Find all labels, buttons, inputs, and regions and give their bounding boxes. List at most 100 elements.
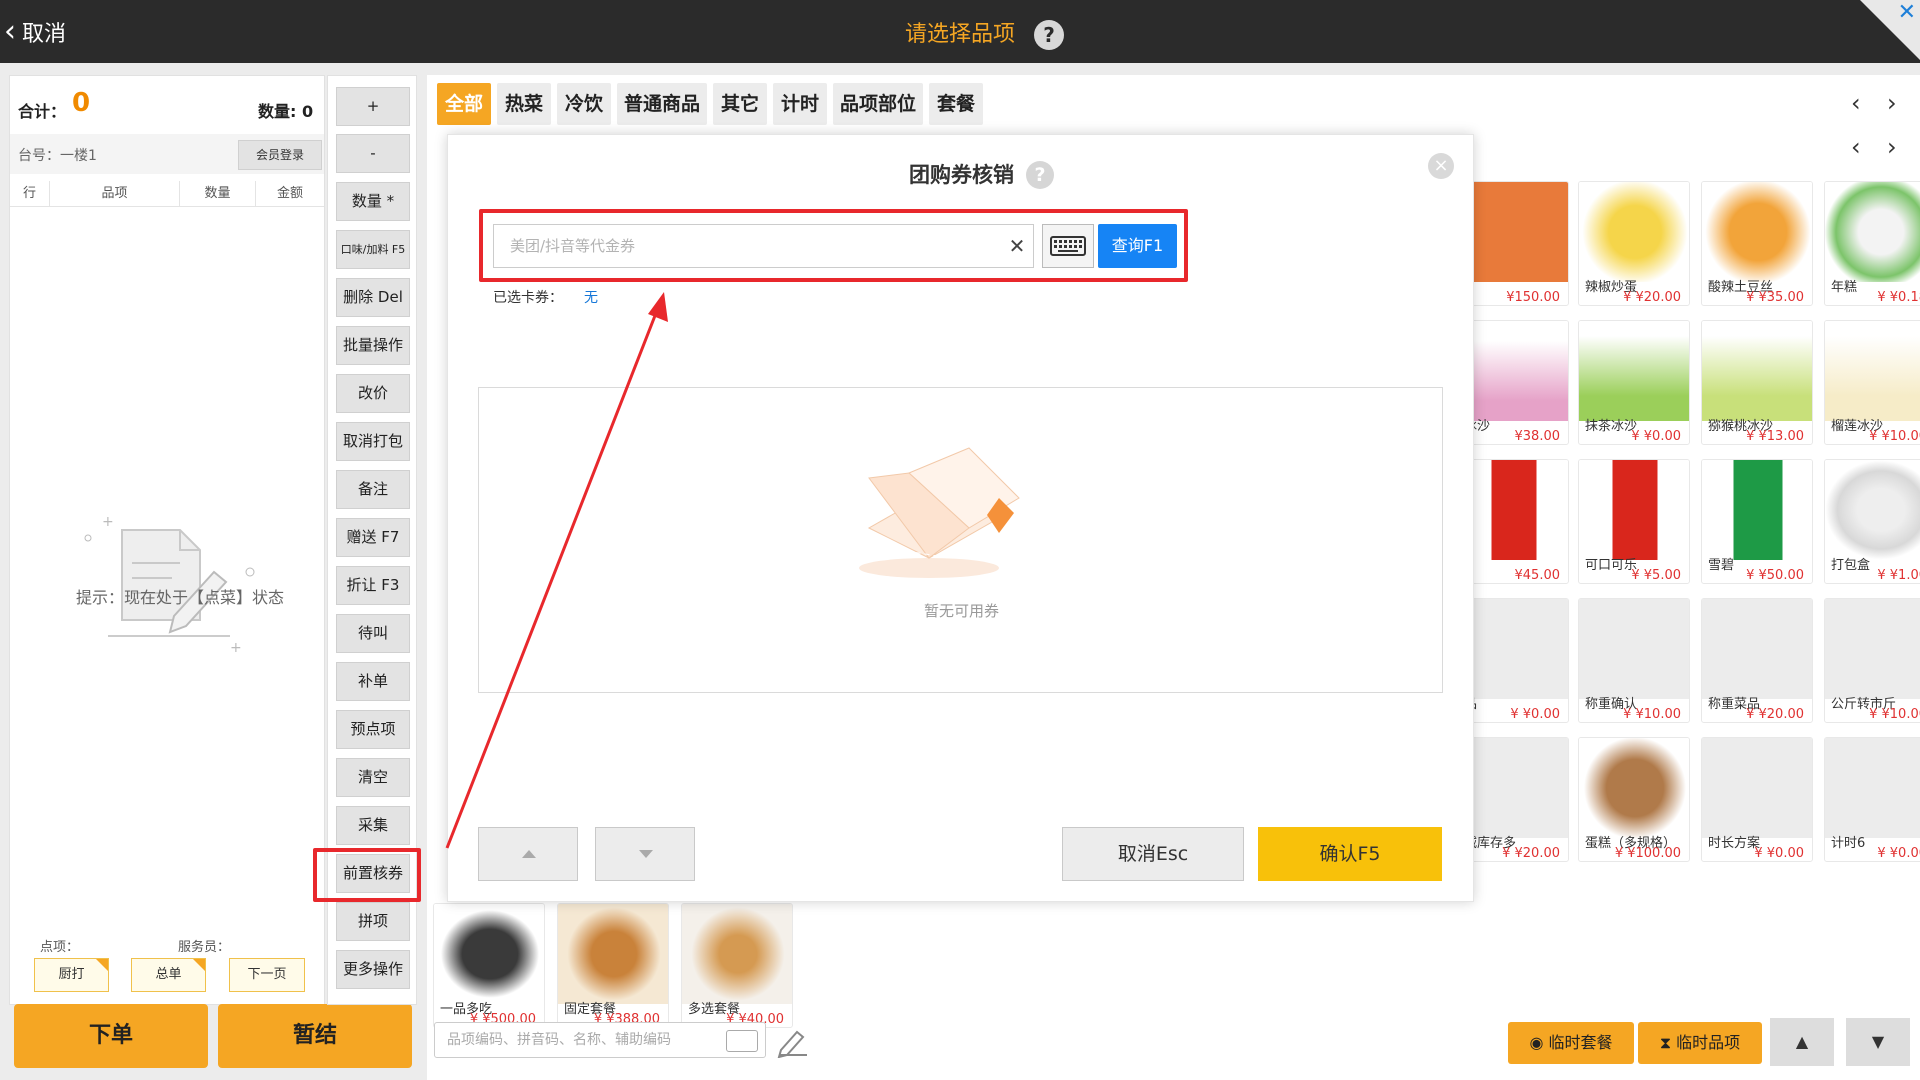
empty-box-icon bbox=[859, 447, 1020, 578]
product-image bbox=[1702, 321, 1812, 421]
discount-button[interactable]: 折让 F3 bbox=[336, 566, 410, 605]
product-card[interactable]: 公斤转市斤¥ ¥10.00 bbox=[1824, 598, 1920, 723]
increase-button[interactable]: + bbox=[336, 87, 410, 126]
product-card[interactable]: 固定套餐 ¥ ¥388.00 bbox=[557, 903, 669, 1028]
page-up-button[interactable]: ▲ bbox=[1770, 1018, 1834, 1066]
next-page-button[interactable]: 下一页 bbox=[229, 958, 305, 992]
page-down-button[interactable]: ▼ bbox=[1846, 1018, 1910, 1066]
product-name: 计时6 bbox=[1831, 836, 1866, 851]
back-button[interactable]: ‹ 取消 bbox=[0, 0, 110, 63]
total-order-toggle[interactable]: 总单 bbox=[131, 958, 206, 992]
product-card[interactable]: 猕猴桃冰沙 ¥ ¥13.00 bbox=[1701, 320, 1813, 445]
collect-button[interactable]: 采集 bbox=[336, 806, 410, 845]
cancel-pack-button[interactable]: 取消打包 bbox=[336, 422, 410, 461]
page-title: 请选择品项 bbox=[904, 22, 1015, 47]
page-up-button[interactable] bbox=[478, 827, 578, 881]
tab-cold-drink[interactable]: 冷饮 bbox=[557, 83, 611, 125]
product-card[interactable]: 酸辣土豆丝 ¥ ¥35.00 bbox=[1701, 181, 1813, 306]
table-number: 台号：一楼1 bbox=[18, 148, 97, 164]
chevron-left-icon[interactable]: ‹ bbox=[1851, 133, 1861, 161]
temp-set-label: 临时套餐 bbox=[1548, 1033, 1613, 1052]
tab-timing[interactable]: 计时 bbox=[773, 83, 827, 125]
product-card[interactable]: 蛋糕（多规格） ¥ ¥100.00 bbox=[1578, 737, 1690, 862]
product-name: 抹茶冰沙 bbox=[1585, 419, 1638, 434]
close-icon[interactable]: × bbox=[1428, 153, 1454, 179]
flavor-button[interactable]: 口味/加料 F5 bbox=[336, 230, 410, 269]
product-image bbox=[434, 904, 544, 1004]
change-price-button[interactable]: 改价 bbox=[336, 374, 410, 413]
product-image bbox=[1579, 460, 1689, 560]
help-icon[interactable]: ? bbox=[1026, 161, 1054, 189]
member-login-button[interactable]: 会员登录 bbox=[238, 140, 322, 170]
keyboard-icon bbox=[1050, 236, 1086, 256]
pre-order-button[interactable]: 预点项 bbox=[336, 710, 410, 749]
product-card[interactable]: 称重确认 ¥ ¥10.00 bbox=[1578, 598, 1690, 723]
temp-item-label: 临时品项 bbox=[1676, 1033, 1741, 1052]
batch-button[interactable]: 批量操作 bbox=[336, 326, 410, 365]
chevron-right-icon[interactable]: › bbox=[1887, 133, 1897, 161]
coupon-verify-dialog: 团购券核销 ? × ✕ 查询F1 已选卡券： 无 暂无可用券 取消Esc 确认F… bbox=[447, 134, 1474, 902]
confirm-button[interactable]: 确认F5 bbox=[1258, 827, 1442, 881]
window-close-button[interactable]: ✕ bbox=[1860, 0, 1920, 60]
product-card[interactable]: 一品多吃 ¥ ¥500.00 bbox=[433, 903, 545, 1028]
tab-all[interactable]: 全部 bbox=[437, 83, 491, 125]
keyboard-icon[interactable] bbox=[726, 1030, 758, 1052]
delete-button[interactable]: 删除 Del bbox=[336, 278, 410, 317]
combine-button[interactable]: 拼项 bbox=[336, 902, 410, 941]
product-image bbox=[1702, 460, 1812, 560]
product-image bbox=[1579, 738, 1689, 838]
product-card[interactable]: 称重菜品 ¥ ¥20.00 bbox=[1701, 598, 1813, 723]
product-name: 可口可乐 bbox=[1585, 558, 1638, 573]
wait-call-button[interactable]: 待叫 bbox=[336, 614, 410, 653]
tab-other[interactable]: 其它 bbox=[713, 83, 767, 125]
keyboard-button[interactable] bbox=[1042, 224, 1094, 268]
tab-general[interactable]: 普通商品 bbox=[617, 83, 707, 125]
remark-button[interactable]: 备注 bbox=[336, 470, 410, 509]
product-card[interactable]: 雪碧 ¥ ¥50.00 bbox=[1701, 459, 1813, 584]
product-card[interactable]: 可口可乐 ¥ ¥5.00 bbox=[1578, 459, 1690, 584]
product-card[interactable]: 时长方案 ¥ ¥0.00 bbox=[1701, 737, 1813, 862]
hold-bill-button[interactable]: 暂结 bbox=[218, 1004, 412, 1068]
tab-set-meal[interactable]: 套餐 bbox=[929, 83, 983, 125]
column-header: 数量 bbox=[180, 181, 256, 206]
column-header: 金额 bbox=[276, 186, 303, 201]
product-card[interactable]: 打包盒 ¥ ¥1.00 bbox=[1824, 459, 1920, 584]
product-card[interactable]: 多选套餐 ¥ ¥40.00 bbox=[681, 903, 793, 1028]
point-label: 点项： bbox=[40, 940, 80, 955]
cancel-button[interactable]: 取消Esc bbox=[1062, 827, 1244, 881]
handwriting-icon[interactable] bbox=[775, 1024, 811, 1058]
chevron-left-icon[interactable]: ‹ bbox=[1851, 89, 1861, 117]
chevron-right-icon[interactable]: › bbox=[1887, 89, 1897, 117]
decrease-button[interactable]: - bbox=[336, 134, 410, 173]
more-ops-button[interactable]: 更多操作 bbox=[336, 950, 410, 989]
svg-text:+: + bbox=[230, 640, 242, 656]
set-icon: ◉ bbox=[1529, 1033, 1549, 1052]
place-order-button[interactable]: 下单 bbox=[14, 1004, 208, 1068]
tab-hot-dish[interactable]: 热菜 bbox=[497, 83, 551, 125]
product-image bbox=[558, 904, 668, 1004]
query-button[interactable]: 查询F1 bbox=[1098, 224, 1177, 268]
product-card[interactable]: 年糕 ¥ ¥0.18 bbox=[1824, 181, 1920, 306]
product-card[interactable]: 辣椒炒蛋 ¥ ¥20.00 bbox=[1578, 181, 1690, 306]
tab-parts[interactable]: 品项部位 bbox=[833, 83, 923, 125]
product-card[interactable]: 榴莲冰沙¥ ¥10.00 bbox=[1824, 320, 1920, 445]
product-card[interactable]: 计时6 ¥ ¥0.00 bbox=[1824, 737, 1920, 862]
product-card[interactable]: 抹茶冰沙 ¥ ¥0.00 bbox=[1578, 320, 1690, 445]
product-price: ¥ ¥20.00 bbox=[1502, 846, 1560, 861]
supplement-button[interactable]: 补单 bbox=[336, 662, 410, 701]
product-search-input[interactable] bbox=[434, 1022, 766, 1058]
coupon-code-input[interactable] bbox=[493, 224, 1034, 268]
total-order-label: 总单 bbox=[155, 967, 182, 982]
temp-set-button[interactable]: ◉ 临时套餐 bbox=[1508, 1022, 1634, 1064]
quantity-button[interactable]: 数量 * bbox=[336, 182, 410, 221]
help-icon[interactable]: ? bbox=[1034, 20, 1064, 50]
temp-item-button[interactable]: ⧗ 临时品项 bbox=[1638, 1022, 1762, 1064]
product-image bbox=[1702, 182, 1812, 282]
page-down-button[interactable] bbox=[595, 827, 695, 881]
quantity-label: 数量: 0 bbox=[258, 102, 314, 121]
kitchen-print-label: 厨打 bbox=[58, 967, 85, 982]
kitchen-print-toggle[interactable]: 厨打 bbox=[34, 958, 109, 992]
clear-button[interactable]: 清空 bbox=[336, 758, 410, 797]
gift-button[interactable]: 赠送 F7 bbox=[336, 518, 410, 557]
clear-icon[interactable]: ✕ bbox=[1002, 227, 1032, 265]
